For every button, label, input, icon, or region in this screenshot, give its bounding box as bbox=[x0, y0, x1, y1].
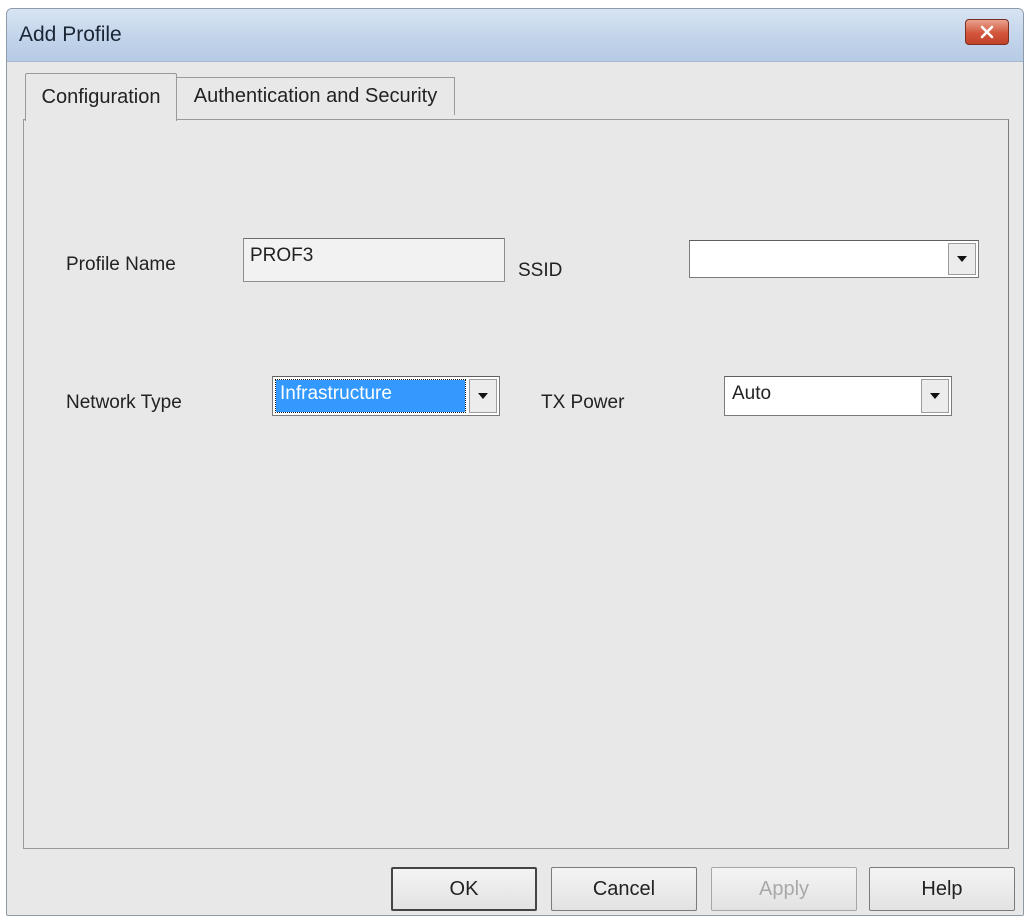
ssid-dropdown[interactable] bbox=[689, 240, 979, 278]
chevron-down-icon bbox=[957, 256, 967, 262]
ok-button[interactable]: OK bbox=[391, 867, 537, 911]
ssid-value bbox=[693, 244, 701, 274]
cancel-button[interactable]: Cancel bbox=[551, 867, 697, 911]
tab-configuration[interactable]: Configuration bbox=[25, 73, 177, 121]
apply-button[interactable]: Apply bbox=[711, 867, 857, 911]
chevron-down-icon bbox=[478, 393, 488, 399]
tx-power-value: Auto bbox=[732, 383, 772, 404]
tx-power-label: TX Power bbox=[541, 392, 625, 413]
network-type-dropdown[interactable]: Infrastructure bbox=[272, 376, 500, 416]
window-title: Add Profile bbox=[19, 23, 122, 46]
network-type-dropdown-arrow[interactable] bbox=[469, 379, 497, 413]
configuration-panel: Profile Name PROF3 SSID Network Type Inf… bbox=[23, 119, 1009, 849]
title-bar: Add Profile bbox=[7, 9, 1023, 62]
network-type-value: Infrastructure bbox=[275, 379, 466, 413]
network-type-label: Network Type bbox=[66, 392, 182, 413]
ssid-label: SSID bbox=[518, 260, 563, 281]
profile-name-value: PROF3 bbox=[250, 245, 314, 266]
tx-power-dropdown-arrow[interactable] bbox=[921, 379, 949, 413]
tab-label: Authentication and Security bbox=[193, 85, 438, 107]
chevron-down-icon bbox=[930, 393, 940, 399]
close-button[interactable] bbox=[965, 19, 1009, 45]
profile-name-label: Profile Name bbox=[66, 254, 176, 275]
tab-label: Configuration bbox=[41, 86, 161, 108]
close-icon bbox=[980, 25, 994, 39]
tab-authentication-security[interactable]: Authentication and Security bbox=[177, 77, 455, 115]
profile-name-field[interactable]: PROF3 bbox=[243, 238, 505, 282]
tx-power-dropdown[interactable]: Auto bbox=[724, 376, 952, 416]
help-button[interactable]: Help bbox=[869, 867, 1015, 911]
add-profile-dialog: Add Profile Configuration Authentication… bbox=[6, 8, 1024, 916]
ssid-dropdown-arrow[interactable] bbox=[948, 243, 976, 275]
